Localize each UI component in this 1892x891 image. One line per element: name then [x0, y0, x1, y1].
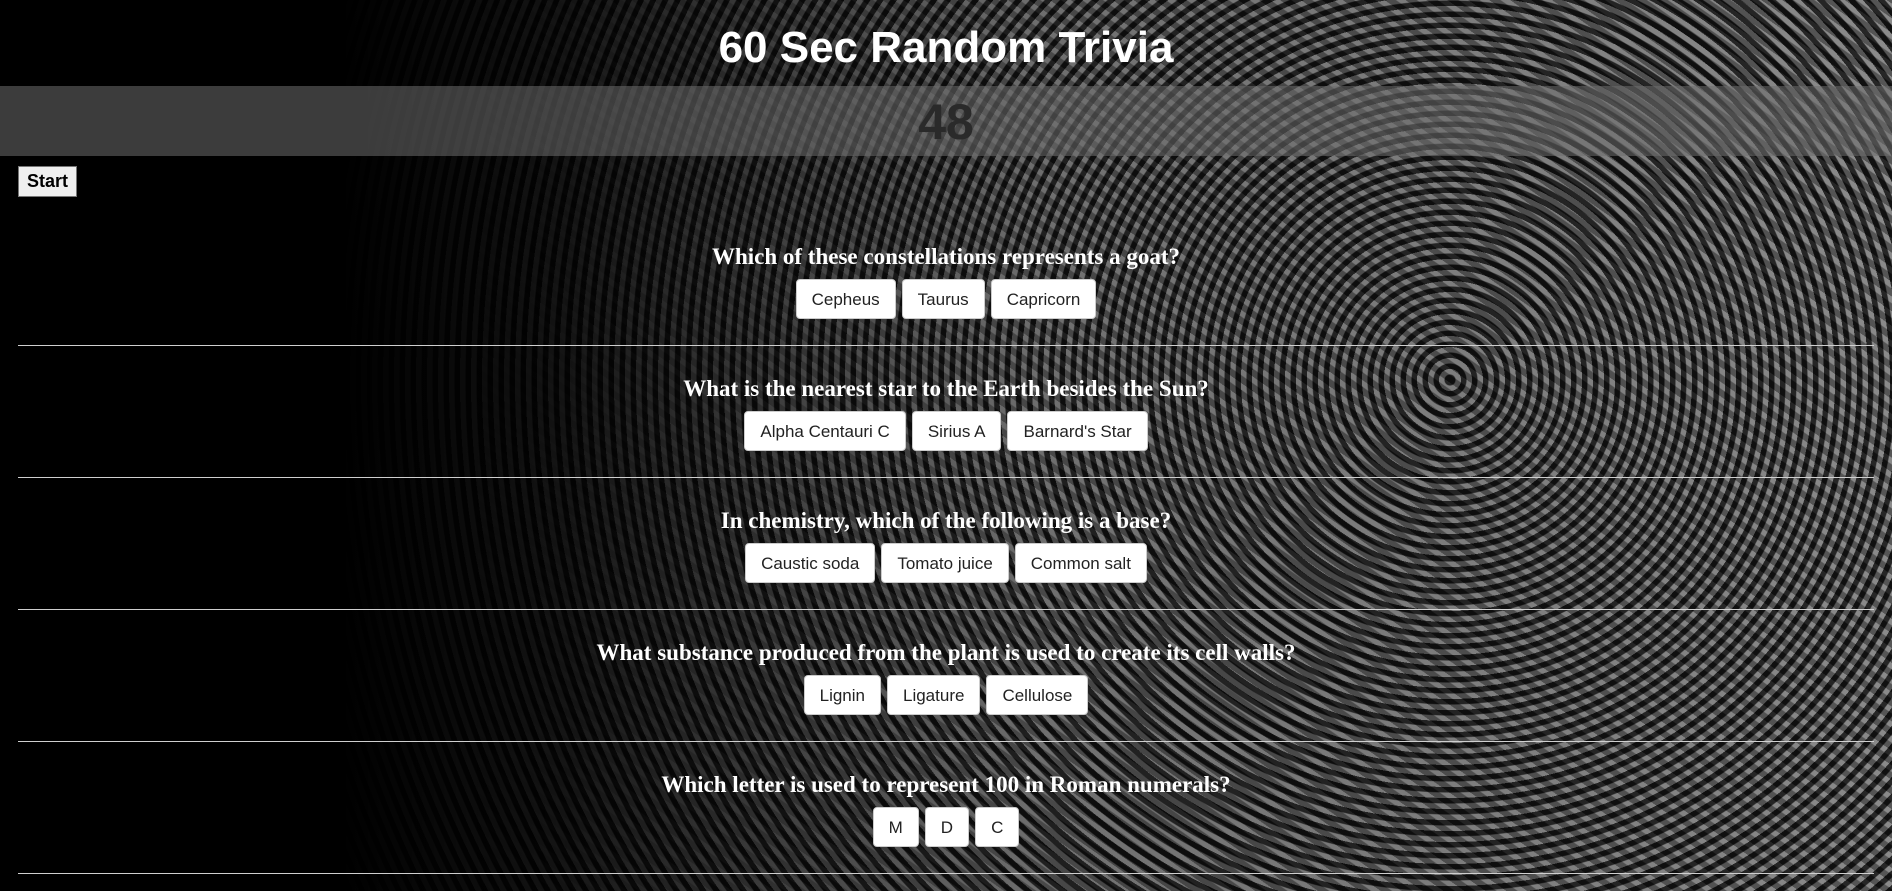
- answer-button[interactable]: M: [872, 807, 919, 847]
- answer-button[interactable]: Barnard's Star: [1007, 411, 1148, 451]
- answer-button[interactable]: Lignin: [803, 675, 881, 715]
- question-text: Which letter is used to represent 100 in…: [661, 772, 1231, 797]
- answer-options: Caustic soda Tomato juice Common salt: [18, 543, 1874, 583]
- question-text: In chemistry, which of the following is …: [720, 508, 1172, 533]
- question-item: What substance produced from the plant i…: [18, 610, 1874, 742]
- answer-button[interactable]: Cellulose: [986, 675, 1089, 715]
- answer-button[interactable]: D: [924, 807, 970, 847]
- answer-options: Lignin Ligature Cellulose: [18, 675, 1874, 715]
- answer-button[interactable]: Capricorn: [990, 279, 1097, 319]
- answer-button[interactable]: Cepheus: [795, 279, 896, 319]
- question-item: What is the nearest star to the Earth be…: [18, 346, 1874, 478]
- answer-options: Alpha Centauri C Sirius A Barnard's Star: [18, 411, 1874, 451]
- question-text: What is the nearest star to the Earth be…: [683, 376, 1209, 401]
- answer-button[interactable]: Caustic soda: [745, 543, 876, 583]
- page: 60 Sec Random Trivia 48 Start Which of t…: [0, 0, 1892, 874]
- question-item: In chemistry, which of the following is …: [18, 478, 1874, 610]
- answer-button[interactable]: Tomato juice: [881, 543, 1009, 583]
- page-title: 60 Sec Random Trivia: [718, 23, 1174, 72]
- answer-button[interactable]: Sirius A: [911, 411, 1002, 451]
- start-button[interactable]: Start: [18, 166, 78, 197]
- answer-options: Cepheus Taurus Capricorn: [18, 279, 1874, 319]
- answer-options: M D C: [18, 807, 1874, 847]
- answer-button[interactable]: Common salt: [1014, 543, 1147, 583]
- question-item: Which letter is used to represent 100 in…: [18, 742, 1874, 874]
- question-list: Which of these constellations represents…: [18, 236, 1874, 874]
- question-item: Which of these constellations represents…: [18, 236, 1874, 346]
- answer-button[interactable]: Alpha Centauri C: [744, 411, 906, 451]
- question-text: Which of these constellations represents…: [711, 244, 1181, 269]
- answer-button[interactable]: C: [975, 807, 1020, 847]
- answer-button[interactable]: Taurus: [901, 279, 985, 319]
- countdown-timer: 48: [0, 86, 1892, 156]
- start-row: Start: [0, 156, 1892, 236]
- question-text: What substance produced from the plant i…: [596, 640, 1296, 665]
- answer-button[interactable]: Ligature: [887, 675, 981, 715]
